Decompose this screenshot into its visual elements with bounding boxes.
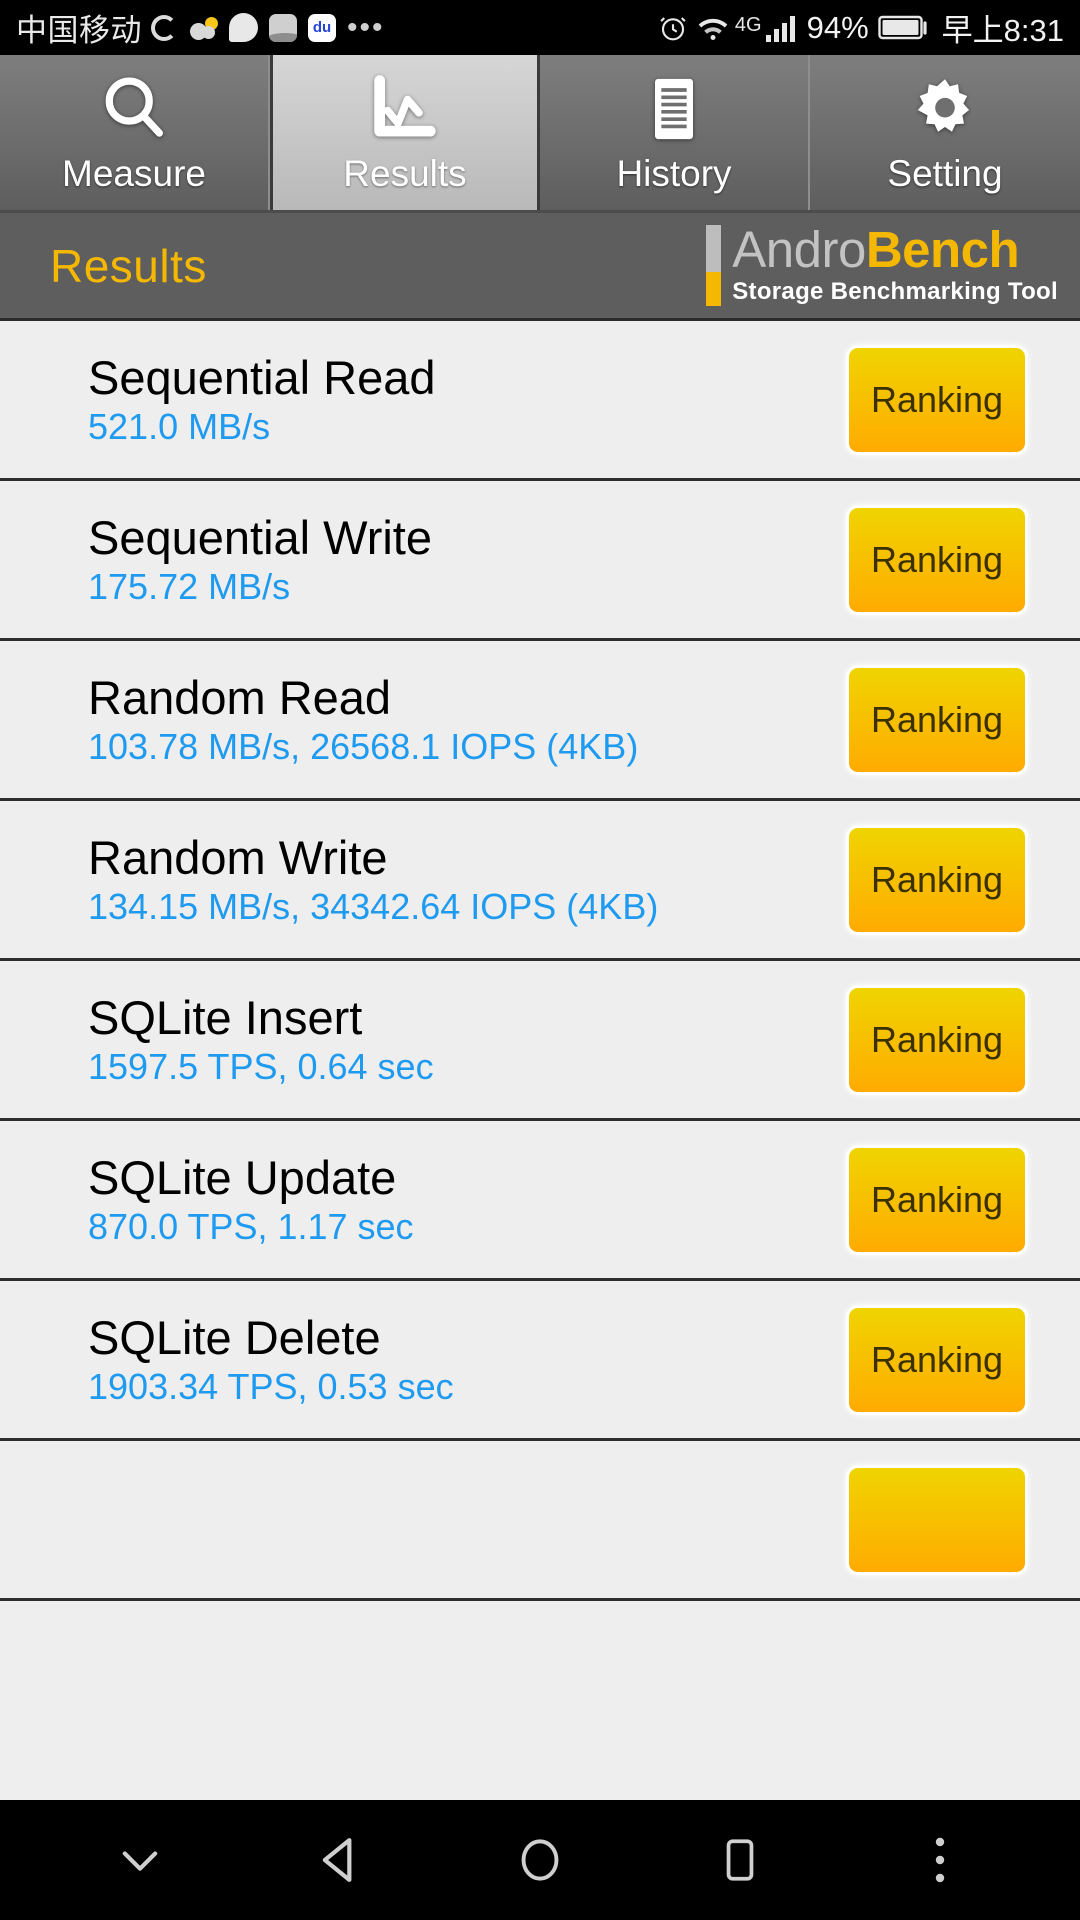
table-row[interactable]: SQLite Insert 1597.5 TPS, 0.64 sec Ranki… xyxy=(0,961,1080,1121)
result-title: SQLite Update xyxy=(88,1150,397,1204)
result-value: 1597.5 TPS, 0.64 sec xyxy=(88,1046,434,1088)
logo-subtitle: Storage Benchmarking Tool xyxy=(732,277,1058,305)
ranking-button[interactable]: Ranking xyxy=(846,344,1028,455)
status-bar-right: 4G 94% 早上8:31 xyxy=(649,5,1064,50)
tab-results-label: Results xyxy=(343,152,467,194)
taobao-icon xyxy=(269,13,297,42)
chart-icon xyxy=(367,71,443,147)
results-list: Sequential Read 521.0 MB/s Ranking Seque… xyxy=(0,321,1080,1800)
baidu-icon: du xyxy=(308,13,336,42)
result-title: Random Read xyxy=(88,670,392,724)
tab-setting[interactable]: Setting xyxy=(810,55,1080,210)
status-bar: 中国移动 du ••• 4G 94% 早上8:31 xyxy=(0,0,1080,55)
result-value: 103.78 MB/s, 26568.1 IOPS (4KB) xyxy=(88,726,639,768)
network-4g-icon: 4G xyxy=(734,14,762,36)
logo-wordmark: AndroBench xyxy=(732,224,1058,275)
ranking-button[interactable]: Ranking xyxy=(846,1144,1028,1255)
qq-browser-icon xyxy=(229,13,258,42)
androbench-logo: AndroBench Storage Benchmarking Tool xyxy=(706,224,1058,306)
tab-measure[interactable]: Measure xyxy=(0,55,270,210)
result-title: Random Write xyxy=(88,830,388,884)
tab-measure-label: Measure xyxy=(62,152,206,194)
result-value: 521.0 MB/s xyxy=(88,406,271,448)
signal-bars-icon xyxy=(765,13,801,43)
android-navigation-bar xyxy=(0,1800,1080,1920)
page-title: Results xyxy=(50,239,207,292)
result-value: 175.72 MB/s xyxy=(88,566,291,608)
result-title: Sequential Write xyxy=(88,510,432,564)
result-value: 134.15 MB/s, 34342.64 IOPS (4KB) xyxy=(88,886,659,928)
ranking-button[interactable]: Ranking xyxy=(846,504,1028,615)
logo-andro-text: Andro xyxy=(732,221,866,279)
ranking-button[interactable]: Ranking xyxy=(846,984,1028,1095)
tab-results[interactable]: Results xyxy=(270,55,540,210)
back-icon[interactable] xyxy=(295,1815,385,1905)
tab-bar: Measure Results History Setting xyxy=(0,55,1080,213)
result-title: SQLite Insert xyxy=(88,990,363,1044)
tab-history-label: History xyxy=(616,152,732,194)
hide-keyboard-icon[interactable] xyxy=(95,1815,185,1905)
loading-ring-icon xyxy=(151,14,177,41)
more-dots-icon: ••• xyxy=(347,10,385,44)
carrier-label: 中国移动 xyxy=(16,13,142,48)
overflow-menu-icon[interactable] xyxy=(895,1815,985,1905)
table-row[interactable]: Sequential Write 175.72 MB/s Ranking xyxy=(0,481,1080,641)
table-row[interactable]: Sequential Read 521.0 MB/s Ranking xyxy=(0,321,1080,481)
status-bar-left: 中国移动 du ••• xyxy=(16,5,385,50)
tab-history[interactable]: History xyxy=(540,55,810,210)
ranking-button[interactable]: Ranking xyxy=(846,824,1028,935)
battery-icon xyxy=(877,14,930,42)
table-row[interactable]: Random Read 103.78 MB/s, 26568.1 IOPS (4… xyxy=(0,641,1080,801)
ranking-button[interactable]: Ranking xyxy=(846,664,1028,775)
logo-bench-text: Bench xyxy=(865,221,1020,279)
clock-label: 早上8:31 xyxy=(941,13,1064,48)
table-row[interactable]: SQLite Delete 1903.34 TPS, 0.53 sec Rank… xyxy=(0,1281,1080,1441)
logo-accent-bar xyxy=(706,225,722,306)
table-row[interactable]: Random Write 134.15 MB/s, 34342.64 IOPS … xyxy=(0,801,1080,961)
result-title: SQLite Delete xyxy=(88,1310,381,1364)
result-value: 870.0 TPS, 1.17 sec xyxy=(88,1206,414,1248)
result-title: Sequential Read xyxy=(88,350,436,404)
recents-icon[interactable] xyxy=(695,1815,785,1905)
result-value: 1903.34 TPS, 0.53 sec xyxy=(88,1366,454,1408)
title-bar: Results AndroBench Storage Benchmarking … xyxy=(0,213,1080,321)
tab-setting-label: Setting xyxy=(887,152,1003,194)
table-row-partial[interactable] xyxy=(0,1441,1080,1601)
home-icon[interactable] xyxy=(495,1815,585,1905)
wifi-icon xyxy=(697,15,729,41)
weather-cloud-icon xyxy=(188,16,218,40)
alarm-icon xyxy=(658,13,688,43)
table-row[interactable]: SQLite Update 870.0 TPS, 1.17 sec Rankin… xyxy=(0,1121,1080,1281)
battery-percent-label: 94% xyxy=(806,9,869,45)
ranking-button[interactable] xyxy=(846,1464,1028,1575)
ranking-button[interactable]: Ranking xyxy=(846,1304,1028,1415)
gear-icon xyxy=(907,71,983,147)
list-icon xyxy=(636,71,712,147)
magnifier-icon xyxy=(96,71,172,147)
